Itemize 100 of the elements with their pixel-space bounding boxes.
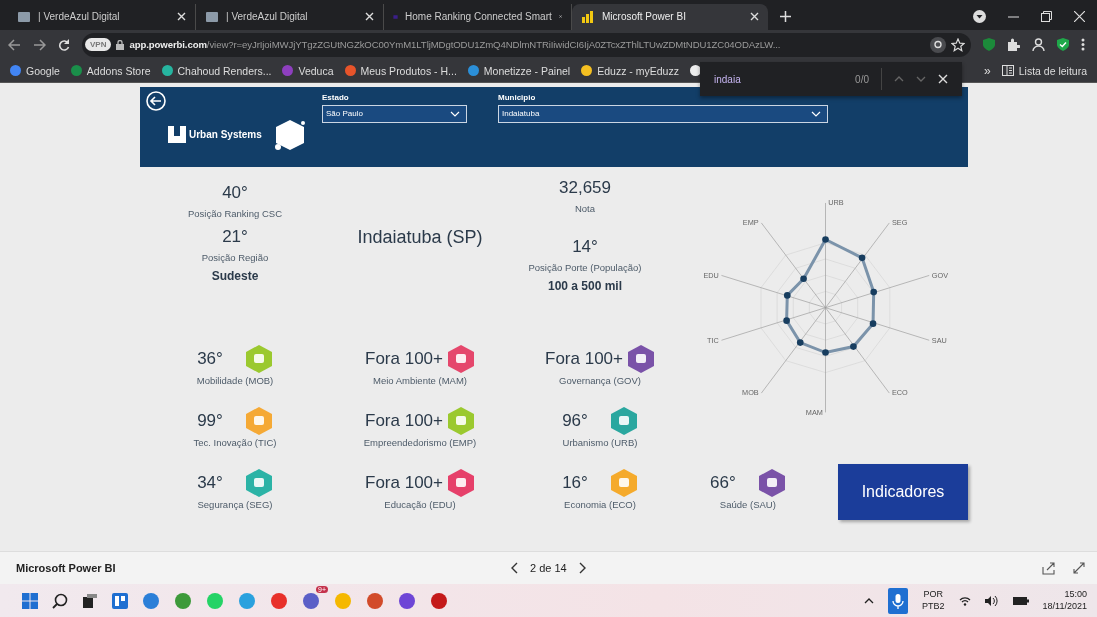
favicon-icon xyxy=(205,10,219,23)
chevron-up-icon[interactable] xyxy=(864,597,875,604)
lock-icon xyxy=(116,39,125,50)
bookmark[interactable]: Chahoud Renders... xyxy=(161,64,272,77)
close-icon[interactable] xyxy=(750,12,759,22)
microphone-icon[interactable] xyxy=(888,587,909,614)
indicator-label: Meio Ambiente (MAM) xyxy=(373,374,467,386)
indicator-label: Saúde (SAU) xyxy=(719,498,776,510)
filter-label: Municipio xyxy=(498,92,537,102)
language-text[interactable]: POR xyxy=(923,588,944,601)
bookmark-icon xyxy=(282,65,294,77)
app-icon[interactable] xyxy=(430,591,448,610)
bookmark[interactable]: Monetizze - Painel xyxy=(467,64,571,77)
reading-list[interactable]: Lista de leitura xyxy=(1001,64,1087,77)
more-bookmarks[interactable]: » xyxy=(984,63,991,78)
indicator-value: Fora 100+ xyxy=(365,348,443,369)
city-name: Indaiatuba (SP) xyxy=(357,226,483,249)
score-value: 32,659 xyxy=(559,177,611,198)
indicator-label: Segurança (SEG) xyxy=(197,498,273,510)
lens-icon[interactable] xyxy=(930,36,946,53)
widgets-icon[interactable] xyxy=(112,592,128,609)
restore-icon[interactable] xyxy=(1041,10,1052,22)
dropdown[interactable]: Indaiatuba xyxy=(498,104,828,123)
size-rank-value: 14° xyxy=(572,236,598,257)
bookmark-icon xyxy=(467,65,479,77)
new-tab-icon[interactable] xyxy=(780,10,791,22)
app-icon[interactable] xyxy=(174,591,192,610)
puzzle-icon[interactable] xyxy=(1007,38,1020,52)
page-indicator: 2 de 14 xyxy=(530,562,567,575)
browser-tab[interactable]: | VerdeAzul Digital xyxy=(196,3,384,30)
rank-value: 40° xyxy=(222,182,248,203)
forward-icon[interactable] xyxy=(33,38,46,51)
expand-icon[interactable] xyxy=(1073,561,1085,574)
previous-page-icon[interactable] xyxy=(510,562,518,575)
population-range: 100 a 500 mil xyxy=(547,278,623,293)
bookmark-icon[interactable] xyxy=(689,65,701,77)
data-point xyxy=(869,288,877,296)
bookmark-icon xyxy=(581,65,593,77)
close-icon[interactable] xyxy=(177,12,186,22)
battery-icon[interactable] xyxy=(1012,595,1029,606)
data-point xyxy=(783,291,791,299)
volume-icon[interactable] xyxy=(984,595,999,606)
rank-label: Posição Ranking CSC xyxy=(188,207,282,219)
size-label: Posição Porte (População) xyxy=(528,261,642,273)
app-icon[interactable] xyxy=(270,591,288,610)
bookmark[interactable]: Google xyxy=(10,64,60,77)
region-rank-value: 21° xyxy=(222,226,248,247)
indicators-button[interactable]: Indicadores xyxy=(838,463,968,520)
shield-icon[interactable] xyxy=(983,38,995,52)
data-point xyxy=(869,320,876,327)
indicator-value: 66° xyxy=(710,472,736,493)
next-page-icon[interactable] xyxy=(578,562,587,575)
favicon-icon xyxy=(581,10,595,23)
close-icon[interactable] xyxy=(365,12,374,22)
profile-icon[interactable] xyxy=(1032,38,1045,52)
bookmark[interactable]: Addons Store xyxy=(70,64,151,77)
bookmark-icon xyxy=(344,65,356,77)
indicator-value: 34° xyxy=(197,472,223,493)
filter-label: Estado xyxy=(322,92,350,102)
profile-menu-icon[interactable] xyxy=(973,9,986,23)
windows-icon[interactable] xyxy=(22,592,38,609)
task-view-icon[interactable] xyxy=(82,592,98,609)
star-icon[interactable] xyxy=(951,37,965,52)
indicator-label: Governança (GOV) xyxy=(559,374,641,386)
menu-icon[interactable] xyxy=(1081,38,1085,52)
favicon-icon xyxy=(17,10,31,23)
indicator-label: Empreendedorismo (EMP) xyxy=(363,436,477,448)
app-icon[interactable] xyxy=(366,591,384,610)
wifi-icon[interactable] xyxy=(958,595,971,606)
dropdown[interactable]: São Paulo xyxy=(322,104,467,123)
app-icon[interactable] xyxy=(142,591,160,610)
keyboard-layout-text[interactable]: PTB2 xyxy=(922,600,945,613)
indicator-value: Fora 100+ xyxy=(545,348,623,369)
browser-tab[interactable]: | VerdeAzul Digital xyxy=(8,3,196,30)
clock-time[interactable]: 15:00 xyxy=(1064,588,1087,601)
indicator-label: Educação (EDU) xyxy=(384,498,456,510)
vpn-badge[interactable]: VPN xyxy=(85,38,112,52)
close-icon[interactable] xyxy=(938,74,948,84)
browser-tab[interactable]: Microsoft Power BI xyxy=(572,3,768,30)
chevron-down-icon xyxy=(450,110,460,117)
bookmark[interactable]: Meus Produtos - H... xyxy=(344,64,457,77)
app-icon[interactable] xyxy=(398,591,416,610)
app-icon[interactable] xyxy=(302,591,320,610)
reload-icon[interactable] xyxy=(58,38,70,51)
indicator-label: Urbanismo (URB) xyxy=(562,436,638,448)
region-label: Posição Região xyxy=(201,251,269,263)
url-text[interactable]: app.powerbi.com/view?r=eyJrIjoiMWJjYTgzZGUtNGZkOC00YmM1LTljMDgtODU1ZmQ4NDlmNTRiIiwidCI6IjA0ZTcxZThlLTUwZDMtNDU1ZC04ODAzLW... xyxy=(129,39,781,51)
hexagon-logo-icon xyxy=(272,118,307,151)
check-shield-icon[interactable] xyxy=(1057,38,1069,52)
chevron-down-icon[interactable] xyxy=(916,76,926,82)
bookmark[interactable]: Veduca xyxy=(282,64,334,77)
clock-date[interactable]: 18/11/2021 xyxy=(1042,600,1087,613)
bookmark[interactable]: Eduzz - myEduzz xyxy=(581,64,679,77)
data-point xyxy=(799,275,807,282)
logo-icon xyxy=(168,126,186,144)
bookmark-icon xyxy=(10,65,21,77)
search-icon[interactable] xyxy=(52,592,68,609)
find-field[interactable]: indaia xyxy=(714,73,844,85)
close-icon[interactable] xyxy=(1074,10,1085,22)
share-icon[interactable] xyxy=(1042,561,1055,575)
